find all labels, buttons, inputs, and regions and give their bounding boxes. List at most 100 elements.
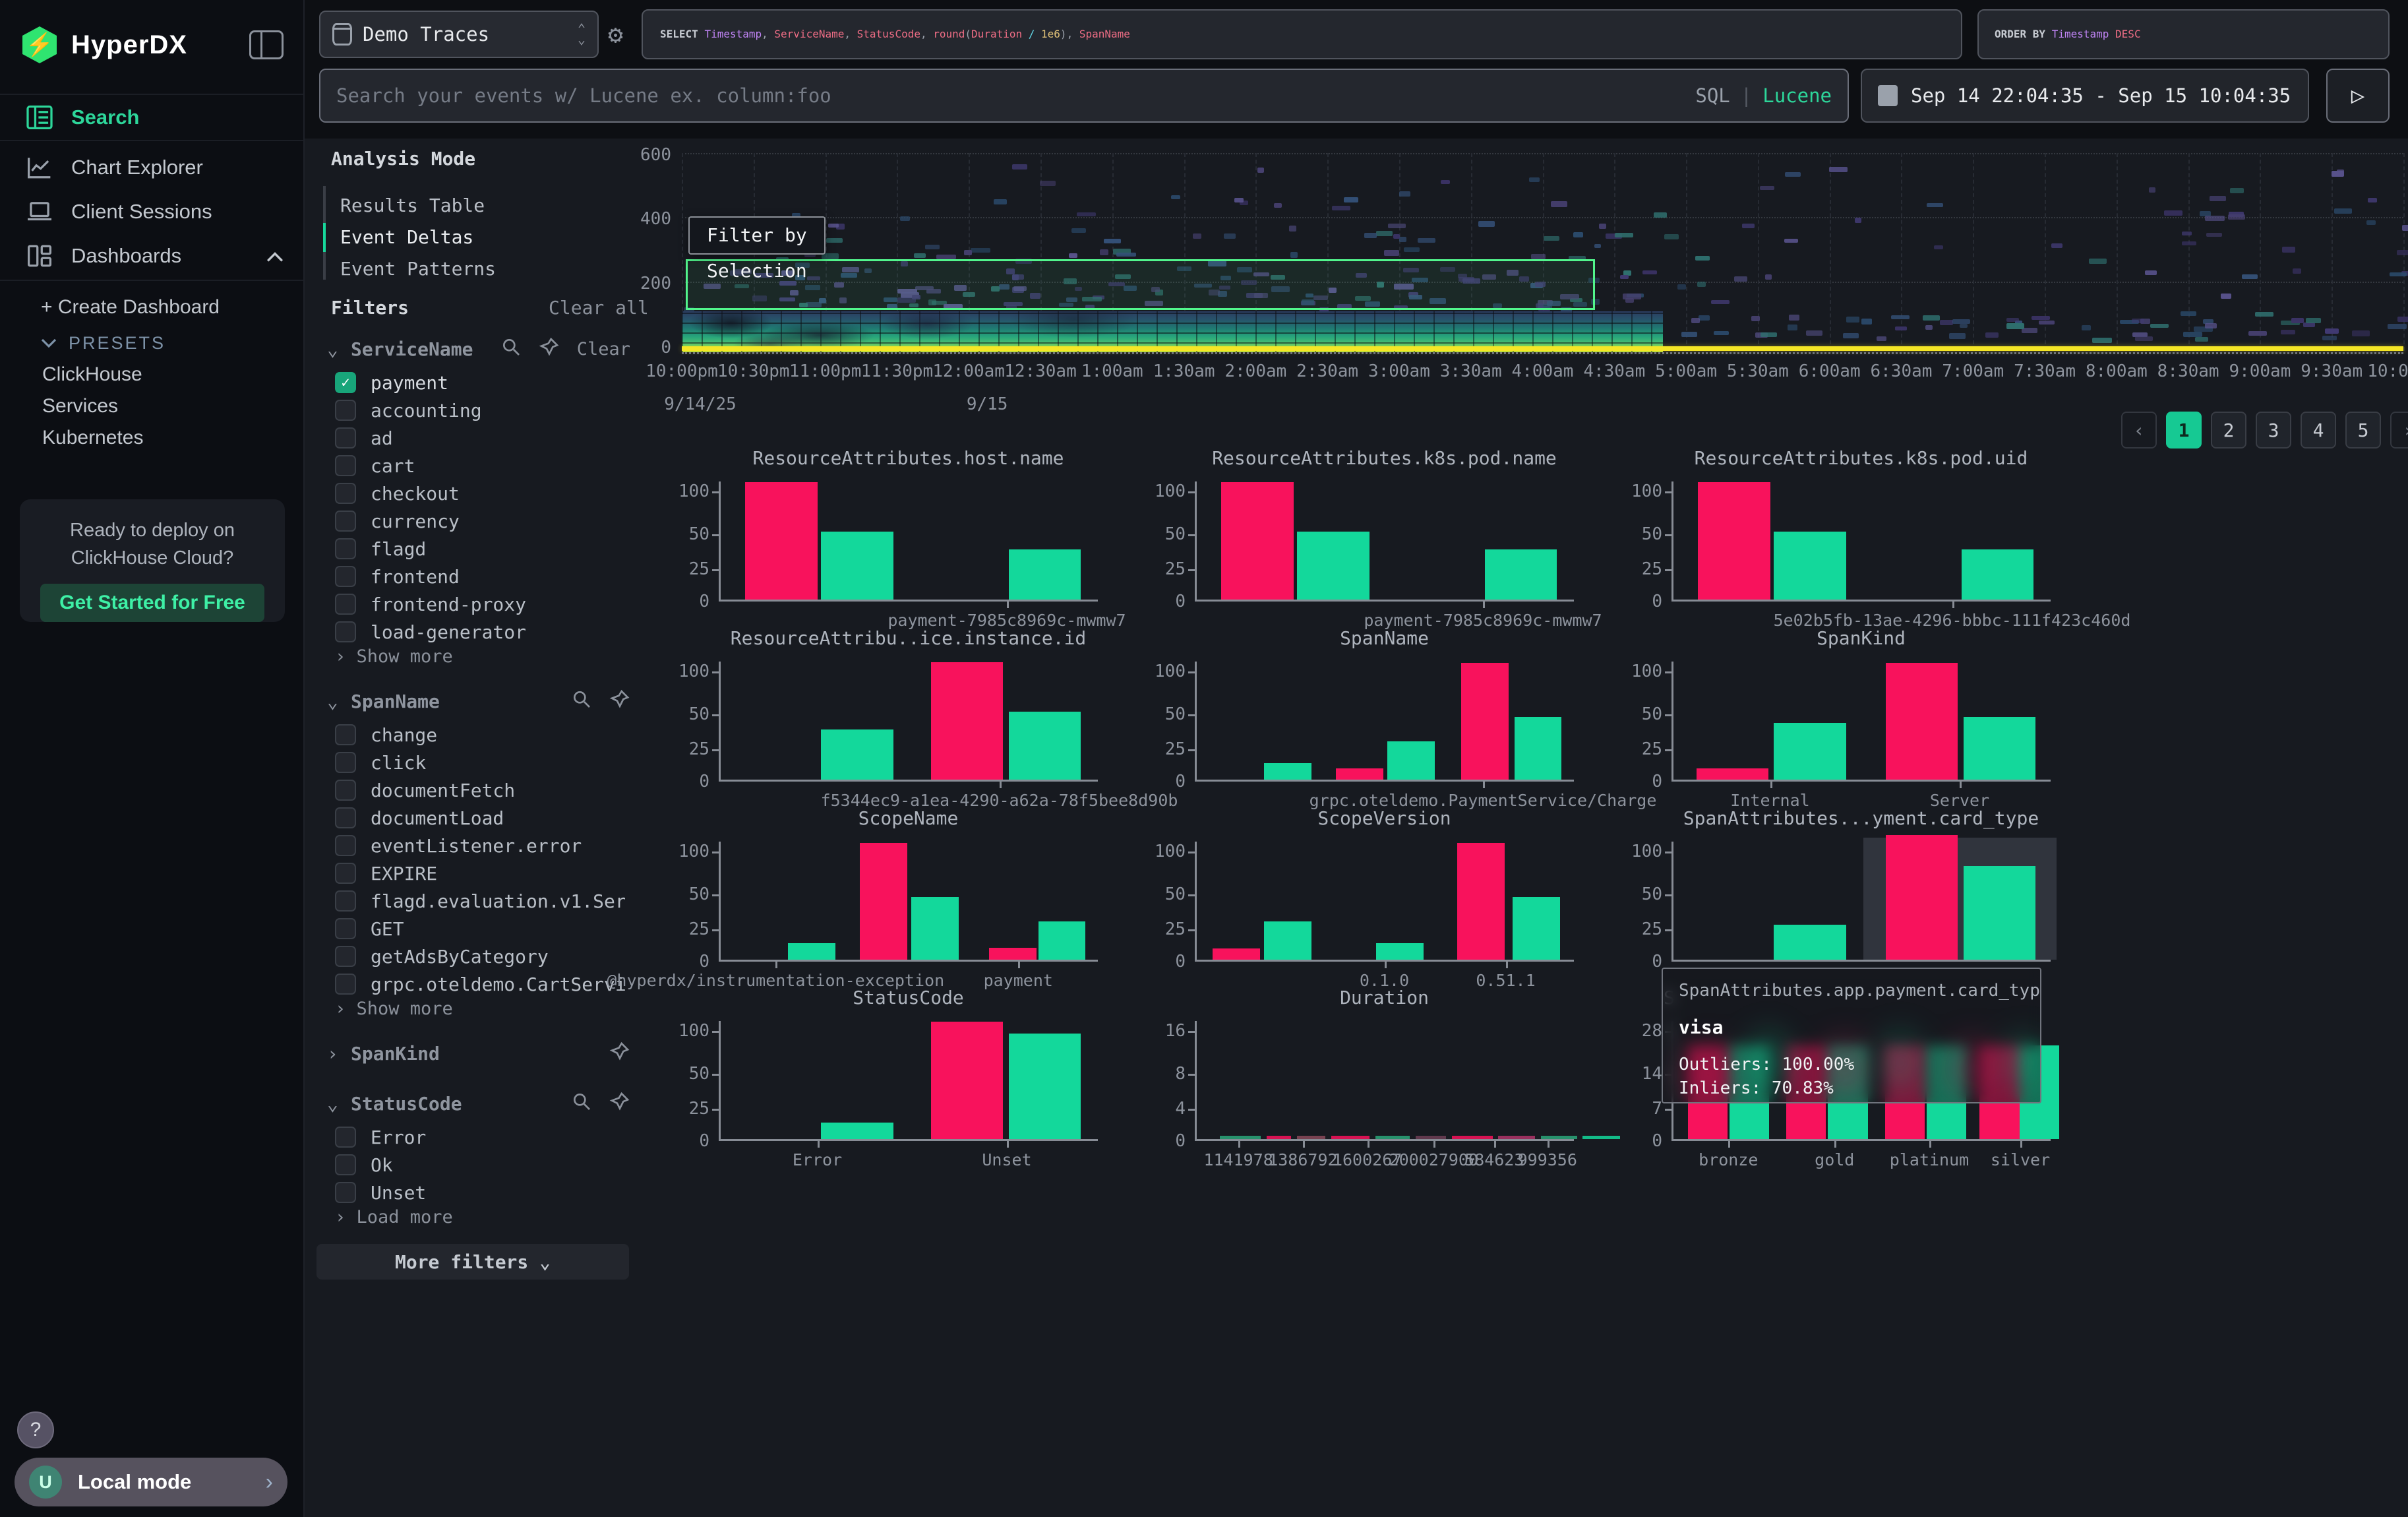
outlier-bar[interactable]: [1213, 948, 1260, 960]
checkbox[interactable]: [335, 1154, 356, 1175]
outlier-bar[interactable]: [1221, 482, 1293, 600]
source-select[interactable]: Demo Traces ⌃⌃: [319, 11, 599, 58]
checkbox[interactable]: [335, 455, 356, 476]
checkbox[interactable]: [335, 863, 356, 884]
inlier-bar[interactable]: [821, 1123, 893, 1139]
filter-option-cart[interactable]: cart: [335, 452, 625, 479]
prev-page-button[interactable]: ‹: [2121, 412, 2157, 449]
outlier-bar[interactable]: [1461, 663, 1509, 780]
chevron-right-icon[interactable]: ›: [327, 1043, 351, 1065]
filter-option-flagd[interactable]: flagd: [335, 536, 625, 562]
collapse-sidebar-icon[interactable]: [249, 30, 284, 59]
filter-option-getadsbycategory[interactable]: getAdsByCategory: [335, 943, 625, 970]
gear-icon[interactable]: ⚙: [608, 20, 637, 49]
search-icon[interactable]: [500, 336, 522, 362]
filter-option-click[interactable]: click: [335, 749, 625, 776]
checkbox[interactable]: [335, 974, 356, 995]
checkbox[interactable]: [335, 780, 356, 801]
checkbox[interactable]: [335, 807, 356, 828]
outlier-bar[interactable]: [1457, 843, 1505, 960]
inlier-bar[interactable]: [1774, 925, 1846, 960]
checkbox[interactable]: [335, 400, 356, 421]
sql-select-input[interactable]: SELECT Timestamp, ServiceName, StatusCod…: [642, 9, 1962, 59]
page-button-3[interactable]: 3: [2256, 412, 2291, 449]
outlier-bar[interactable]: [860, 843, 907, 960]
show-more-link[interactable]: › Show more: [335, 646, 453, 667]
inlier-bar[interactable]: [1009, 549, 1081, 600]
checkbox[interactable]: [335, 621, 356, 642]
filter-option-checkout[interactable]: checkout: [335, 480, 625, 507]
inlier-bar[interactable]: [1387, 741, 1435, 780]
outlier-bar[interactable]: [1886, 835, 1958, 960]
checkbox[interactable]: [335, 946, 356, 967]
order-by-input[interactable]: ORDER BY Timestamp DESC: [1977, 9, 2390, 59]
inlier-bar[interactable]: [1376, 943, 1424, 960]
filter-option-grpc-oteldemo-cartservic-[interactable]: grpc.oteldemo.CartServic…: [335, 971, 625, 997]
chevron-down-icon[interactable]: ⌄: [327, 1093, 351, 1115]
checkbox[interactable]: [335, 538, 356, 559]
page-button-5[interactable]: 5: [2345, 412, 2381, 449]
pin-icon[interactable]: [539, 336, 560, 362]
inlier-bar[interactable]: [1485, 549, 1557, 600]
filter-option-accounting[interactable]: accounting: [335, 397, 625, 423]
inlier-bar[interactable]: [1964, 717, 2035, 780]
inlier-bar[interactable]: [788, 943, 835, 960]
analysis-mode-event-deltas[interactable]: Event Deltas: [340, 222, 473, 253]
inlier-bar[interactable]: [1297, 532, 1369, 600]
checkbox[interactable]: [335, 918, 356, 939]
checkbox[interactable]: [335, 1182, 356, 1203]
inlier-bar[interactable]: [911, 897, 959, 960]
outlier-bar[interactable]: [1698, 482, 1770, 600]
create-dashboard-button[interactable]: + Create Dashboard: [0, 289, 303, 326]
outlier-bar[interactable]: [989, 948, 1037, 960]
page-button-1[interactable]: 1: [2166, 412, 2202, 449]
filter-option-eventlistener-error[interactable]: eventListener.error: [335, 832, 625, 859]
inlier-bar[interactable]: [1264, 763, 1311, 780]
sidebar-item-search[interactable]: Search: [0, 96, 303, 139]
outlier-bar[interactable]: [931, 1022, 1003, 1139]
outlier-bar[interactable]: [1697, 768, 1768, 780]
chevron-down-icon[interactable]: ⌄: [327, 338, 351, 360]
selection-rectangle[interactable]: [686, 259, 1595, 310]
inlier-bar[interactable]: [1774, 532, 1846, 600]
filter-option-ad[interactable]: ad: [335, 425, 625, 451]
inlier-bar[interactable]: [1009, 712, 1081, 780]
filter-option-currency[interactable]: currency: [335, 508, 625, 534]
page-button-2[interactable]: 2: [2211, 412, 2246, 449]
outlier-bar[interactable]: [745, 482, 817, 600]
lucene-mode-toggle[interactable]: Lucene: [1762, 84, 1832, 107]
sidebar-item-kubernetes[interactable]: Kubernetes: [0, 419, 303, 456]
checkbox[interactable]: [335, 594, 356, 615]
search-input[interactable]: Search your events w/ Lucene ex. column:…: [319, 69, 1849, 123]
checkbox[interactable]: [335, 427, 356, 449]
analysis-mode-results-table[interactable]: Results Table: [340, 190, 485, 222]
filter-option-change[interactable]: change: [335, 722, 625, 748]
checkbox[interactable]: [335, 752, 356, 773]
checkbox[interactable]: [335, 890, 356, 912]
inlier-bar[interactable]: [1038, 921, 1086, 960]
checkbox[interactable]: [335, 483, 356, 504]
sidebar-item-chart-explorer[interactable]: Chart Explorer: [0, 146, 303, 189]
inlier-bar[interactable]: [1962, 549, 2033, 600]
help-button[interactable]: ?: [17, 1411, 54, 1448]
inlier-bar[interactable]: [821, 729, 893, 780]
local-mode-menu[interactable]: U Local mode ›: [15, 1458, 287, 1506]
outlier-bar[interactable]: [931, 662, 1003, 780]
checkbox[interactable]: [335, 724, 356, 745]
filter-option-load-generator[interactable]: load-generator: [335, 619, 625, 645]
inlier-bar[interactable]: [1515, 717, 1562, 780]
filter-option-expire[interactable]: EXPIRE: [335, 860, 625, 886]
inlier-bar[interactable]: [1513, 897, 1560, 960]
chevron-up-icon[interactable]: [266, 244, 284, 268]
chevron-down-icon[interactable]: ⌄: [327, 691, 351, 712]
filter-option-frontend[interactable]: frontend: [335, 563, 625, 590]
filter-option-payment[interactable]: ✓payment: [335, 369, 625, 396]
run-query-button[interactable]: ▷: [2326, 69, 2390, 123]
show-more-link[interactable]: › Show more: [335, 999, 453, 1019]
filter-option-flagd-evaluation-v1-serv-[interactable]: flagd.evaluation.v1.Serv…: [335, 888, 625, 914]
filter-option-get[interactable]: GET: [335, 915, 625, 942]
clear-filter-button[interactable]: Clear: [577, 339, 630, 359]
sidebar-item-dashboards[interactable]: Dashboards: [0, 235, 303, 277]
filter-option-frontend-proxy[interactable]: frontend-proxy: [335, 591, 625, 617]
checkbox[interactable]: [335, 835, 356, 856]
